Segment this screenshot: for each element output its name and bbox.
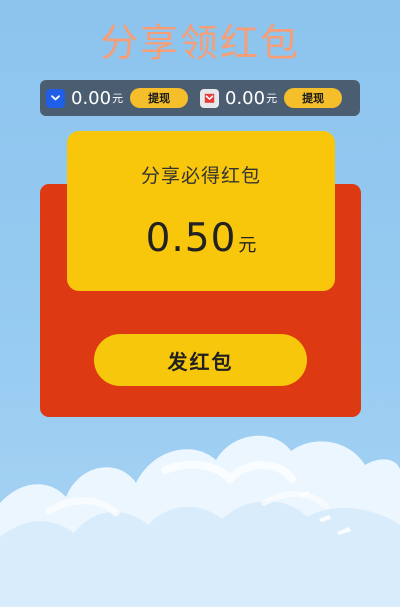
reward-card: 分享必得红包 0.50 元 (67, 131, 335, 291)
reward-amount-wrap: 0.50 元 (67, 216, 335, 261)
cloud-background (0, 435, 400, 607)
red-pocket-icon (200, 88, 219, 108)
reward-card-title: 分享必得红包 (140, 165, 261, 187)
blue-wallet-icon (46, 88, 65, 108)
wallet-balance-item: 0.00 元 提现 (46, 88, 200, 109)
red-pocket-withdraw-button[interactable]: 提现 (284, 88, 343, 108)
wallet-balance-unit: 元 (112, 92, 124, 105)
red-pocket-balance-unit: 元 (266, 92, 278, 105)
reward-unit: 元 (238, 235, 257, 256)
wallet-balance-amount: 0.00 (71, 87, 112, 109)
send-red-envelope-button[interactable]: 发红包 (94, 334, 307, 386)
balance-bar: 0.00 元 提现 0.00 元 提现 (40, 80, 360, 116)
page-title: 分享领红包 (99, 21, 300, 65)
reward-amount: 0.50 (145, 216, 237, 261)
red-pocket-balance-item: 0.00 元 提现 (200, 88, 354, 109)
red-pocket-balance-amount: 0.00 (225, 87, 266, 109)
withdraw-button[interactable]: 提现 (130, 88, 189, 108)
